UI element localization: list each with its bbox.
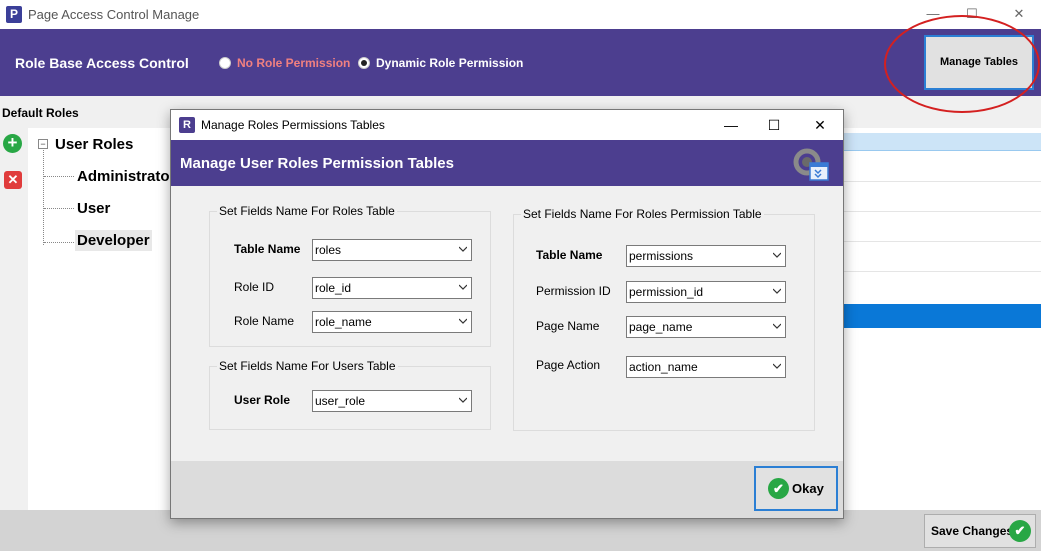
permissions-table-group: Set Fields Name For Roles Permission Tab…	[513, 207, 815, 431]
dynamic-role-radio-label[interactable]: Dynamic Role Permission	[376, 56, 523, 70]
tree-connector	[43, 150, 44, 245]
tree-item-developer[interactable]: Developer	[75, 230, 152, 251]
page-action-select[interactable]: action_name	[626, 356, 786, 378]
save-changes-label: Save Changes	[931, 524, 1014, 538]
grid-row[interactable]	[843, 211, 1041, 212]
chevron-down-icon	[773, 363, 781, 369]
dialog-maximize-button[interactable]: ☐	[760, 115, 788, 135]
no-role-radio-label[interactable]: No Role Permission	[237, 56, 350, 70]
close-button[interactable]: ✕	[1004, 4, 1034, 24]
users-group-title: Set Fields Name For Users Table	[217, 359, 398, 373]
chevron-down-icon	[773, 252, 781, 258]
page-name-select[interactable]: page_name	[626, 316, 786, 338]
dialog-minimize-button[interactable]: —	[717, 115, 745, 135]
chevron-down-icon	[459, 318, 467, 324]
roles-group-title: Set Fields Name For Roles Table	[217, 204, 397, 218]
main-window-title: Page Access Control Manage	[28, 7, 200, 22]
dialog-body: Set Fields Name For Roles Table Table Na…	[171, 186, 843, 461]
permission-id-label: Permission ID	[536, 284, 611, 298]
grid-row[interactable]	[843, 241, 1041, 242]
grid-row-selected[interactable]	[843, 304, 1041, 328]
select-value: permission_id	[629, 285, 704, 299]
dialog-title-bar: R Manage Roles Permissions Tables — ☐ ✕	[171, 110, 843, 140]
users-table-group: Set Fields Name For Users Table User Rol…	[209, 359, 491, 430]
main-title-bar: P Page Access Control Manage — ☐ ✕	[0, 0, 1041, 29]
permissions-table-name-label: Table Name	[536, 248, 603, 262]
chevron-down-icon	[773, 288, 781, 294]
roles-table-group: Set Fields Name For Roles Table Table Na…	[209, 204, 491, 347]
dialog-title: Manage Roles Permissions Tables	[201, 118, 385, 132]
database-settings-icon	[793, 148, 829, 181]
user-role-select[interactable]: user_role	[312, 390, 472, 412]
dialog-header-title: Manage User Roles Permission Tables	[180, 155, 454, 172]
highlight-circle-annotation	[884, 15, 1040, 113]
header-title: Role Base Access Control	[15, 55, 189, 71]
dynamic-role-radio[interactable]	[358, 57, 370, 69]
dialog-app-icon: R	[179, 117, 195, 133]
role-id-label: Role ID	[234, 280, 275, 294]
tree-connector	[44, 242, 74, 243]
role-name-label: Role Name	[234, 314, 295, 328]
check-icon: ✔	[768, 478, 789, 499]
dialog-close-button[interactable]: ✕	[806, 115, 834, 135]
grid-row[interactable]	[843, 181, 1041, 182]
roles-table-name-select[interactable]: roles	[312, 239, 472, 261]
select-value: permissions	[629, 249, 694, 263]
delete-role-icon[interactable]: ✕	[4, 171, 22, 189]
okay-button[interactable]: ✔ Okay	[754, 466, 838, 511]
chevron-down-icon	[459, 246, 467, 252]
no-role-radio[interactable]	[219, 57, 231, 69]
tree-connector	[44, 176, 74, 177]
dialog-footer	[171, 461, 843, 518]
select-value: page_name	[629, 320, 693, 334]
chevron-down-icon	[459, 284, 467, 290]
tree-connector	[44, 208, 74, 209]
manage-tables-dialog: R Manage Roles Permissions Tables — ☐ ✕ …	[170, 109, 844, 519]
role-id-select[interactable]: role_id	[312, 277, 472, 299]
tree-collapse-icon[interactable]: −	[38, 139, 48, 149]
save-changes-button[interactable]: Save Changes ✔	[924, 514, 1036, 548]
permissions-group-title: Set Fields Name For Roles Permission Tab…	[521, 207, 764, 221]
add-role-icon[interactable]: +	[3, 134, 22, 153]
permission-id-select[interactable]: permission_id	[626, 281, 786, 303]
page-action-label: Page Action	[536, 358, 601, 372]
select-value: roles	[315, 243, 342, 257]
roles-table-name-label: Table Name	[234, 242, 301, 256]
user-role-label: User Role	[234, 393, 291, 407]
page-name-label: Page Name	[536, 319, 600, 333]
grid-header	[843, 133, 1041, 151]
chevron-down-icon	[773, 323, 781, 329]
select-value: user_role	[315, 394, 366, 408]
role-name-select[interactable]: role_name	[312, 311, 472, 333]
default-roles-title: Default Roles	[2, 106, 79, 120]
app-logo-icon: P	[6, 6, 22, 23]
permissions-table-name-select[interactable]: permissions	[626, 245, 786, 267]
tree-item-user[interactable]: User	[77, 200, 110, 217]
grid-row[interactable]	[843, 271, 1041, 272]
select-value: role_id	[315, 281, 352, 295]
tree-item-administrator[interactable]: Administrator	[77, 168, 175, 185]
dialog-header: Manage User Roles Permission Tables	[171, 140, 843, 186]
chevron-down-icon	[459, 397, 467, 403]
check-icon: ✔	[1009, 520, 1031, 542]
select-value: action_name	[629, 360, 698, 374]
tree-root-user-roles[interactable]: User Roles	[55, 136, 133, 153]
okay-label: Okay	[792, 481, 824, 496]
select-value: role_name	[315, 315, 372, 329]
